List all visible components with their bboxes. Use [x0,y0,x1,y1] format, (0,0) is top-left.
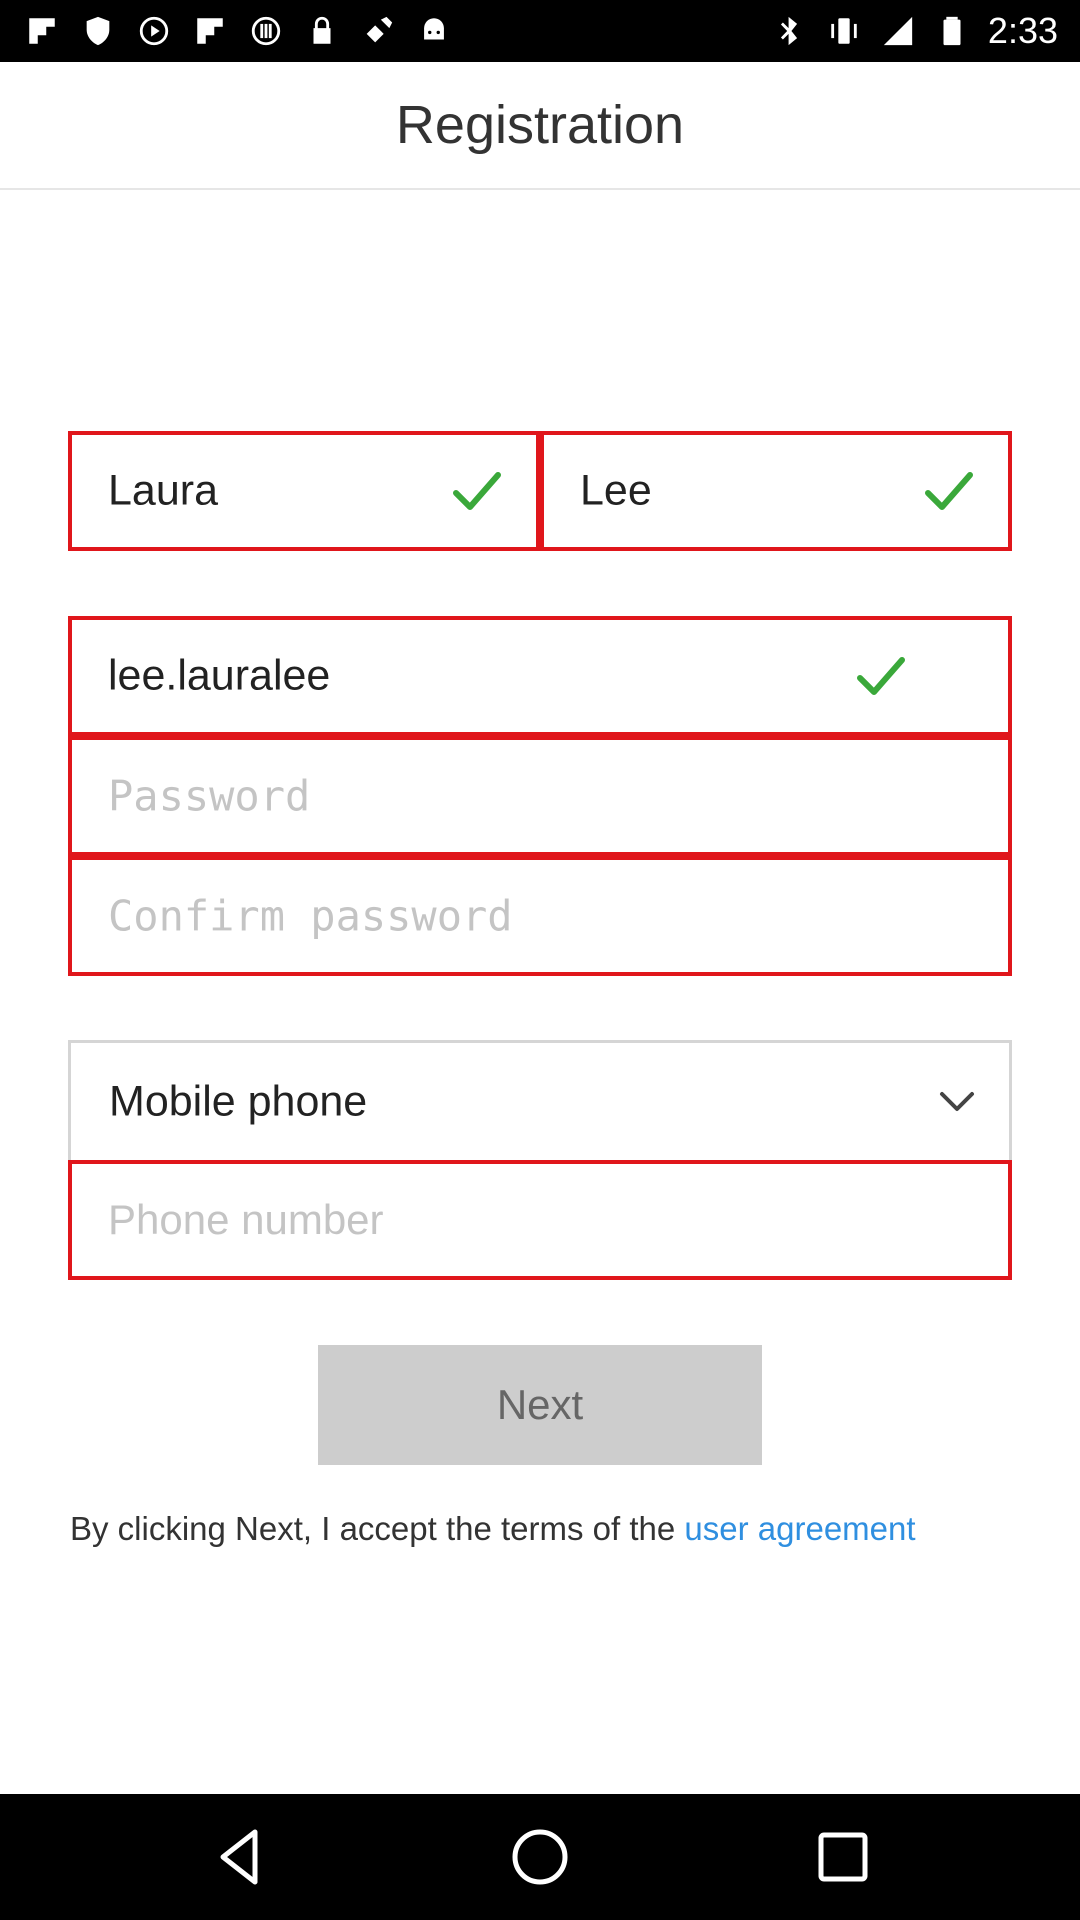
flipboard-icon [24,13,60,49]
flipboard-icon [192,13,228,49]
shield-icon [80,13,116,49]
contact-type-value: Mobile phone [109,1077,368,1125]
navigation-bar [0,1794,1080,1920]
terms-statement: By clicking Next, I accept the terms of … [70,1510,685,1547]
checkmark-icon [856,654,906,698]
contact-type-dropdown[interactable]: Mobile phone [68,1040,1012,1160]
phone-number-placeholder: Phone number [108,1196,384,1243]
user-agreement-link[interactable]: user agreement [684,1510,915,1547]
checkmark-icon [452,469,502,513]
notification-icons [24,12,452,50]
username-value: lee.lauralee [108,651,331,700]
system-icons: 2:33 [772,10,1058,51]
confirm-password-placeholder: Confirm password [108,891,513,941]
checkmark-icon [924,469,974,513]
android-icon [416,13,452,49]
settings-dots-icon [248,13,284,49]
username-field[interactable]: lee.lauralee [68,616,1012,736]
first-name-field[interactable]: Laura [68,431,540,551]
play-icon [136,13,172,49]
terms-text: By clicking Next, I accept the terms of … [70,1510,1010,1548]
header: Registration [0,62,1080,190]
password-field[interactable]: Password [68,736,1012,856]
last-name-field[interactable]: Lee [540,431,1012,551]
next-button[interactable]: Next [318,1345,762,1465]
battery-icon [934,13,970,49]
status-bar: 2:33 [0,0,1080,62]
lock-icon [304,13,340,49]
vibrate-icon [826,13,862,49]
chevron-down-icon [940,1091,974,1111]
first-name-value: Laura [108,466,218,515]
page-title: Registration [395,95,685,155]
signal-icon [880,13,916,49]
bluetooth-icon [772,13,808,49]
last-name-value: Lee [580,466,652,515]
home-icon[interactable] [507,1824,573,1890]
password-placeholder: Password [108,771,311,821]
recents-icon[interactable] [810,1824,876,1890]
back-icon[interactable] [207,1824,273,1890]
satellite-icon [360,13,396,49]
clock: 2:33 [987,10,1058,51]
phone-number-field[interactable]: Phone number [68,1160,1012,1280]
confirm-password-field[interactable]: Confirm password [68,856,1012,976]
